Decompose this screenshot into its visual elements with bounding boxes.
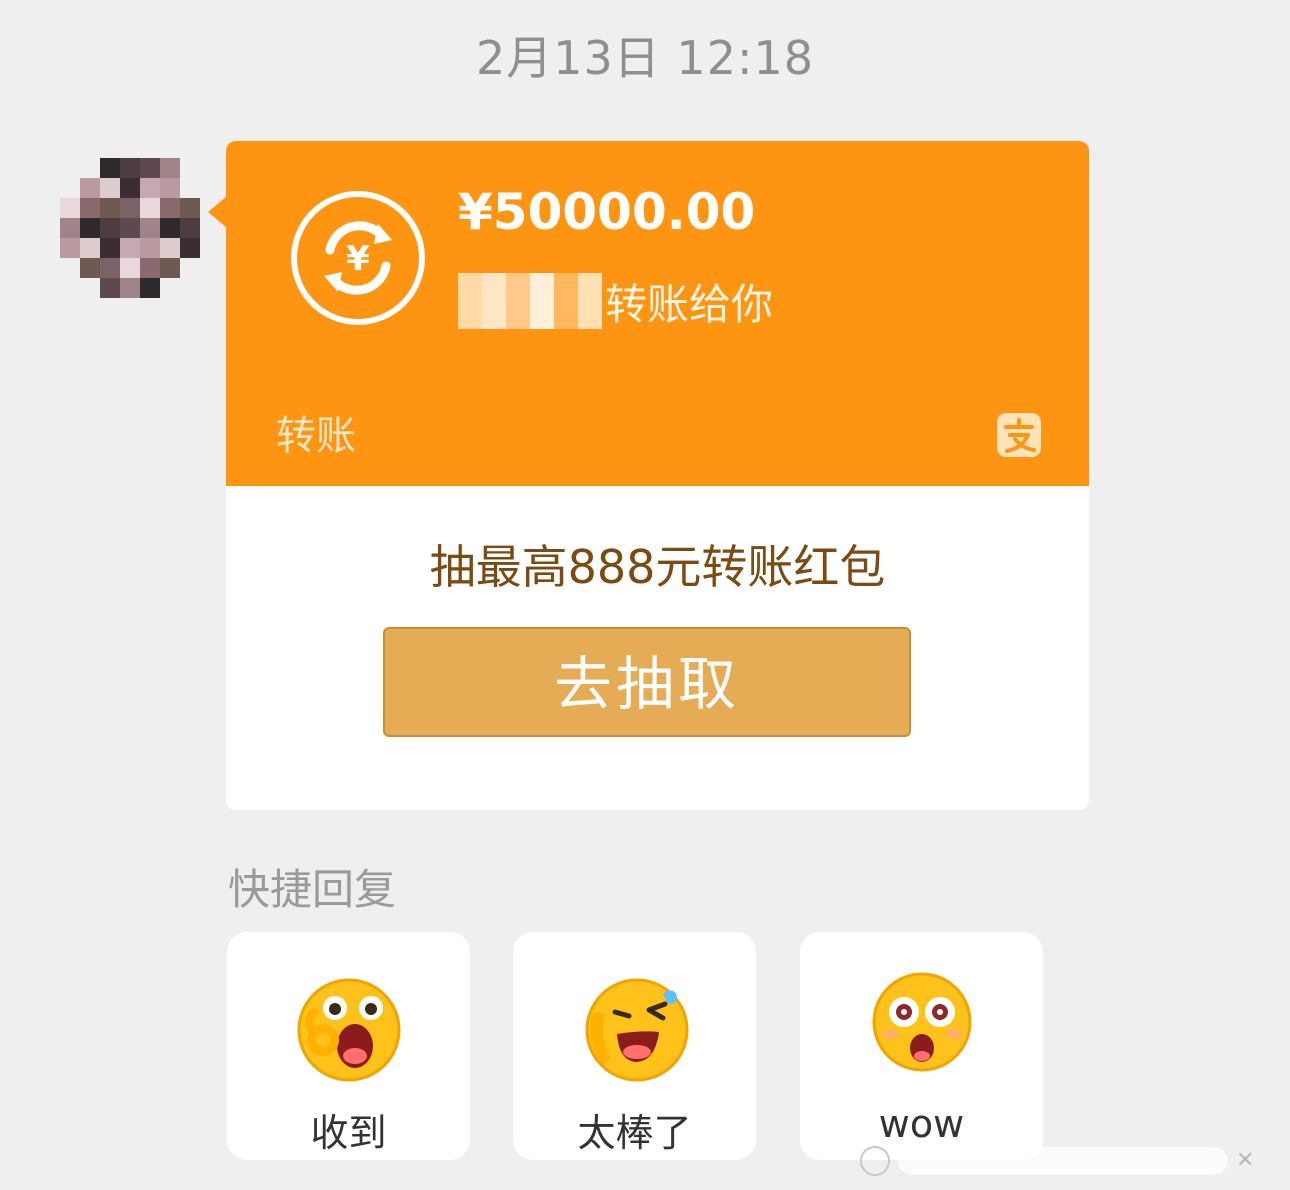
avatar-pixel [100,258,120,278]
svg-text:¥: ¥ [346,239,370,279]
avatar-pixel [80,198,100,218]
avatar-pixel [120,218,140,238]
transfer-amount: ¥50000.00 [458,183,756,241]
avatar-pixel [120,178,140,198]
avatar-pixel [80,218,100,238]
avatar-pixel [120,158,140,178]
avatar-pixel [100,158,120,178]
sender-mosaic-pixel [554,301,578,329]
quick-reply-title: 快捷回复 [228,865,397,914]
quick-reply-wow[interactable]: wow [800,932,1043,1160]
sender-mosaic-pixel [578,273,602,301]
yuan-transfer-icon: ¥ [291,191,425,325]
ok-hand-emoji-icon [297,978,401,1082]
avatar-pixel [160,278,180,298]
transfer-card-header[interactable]: ¥ ¥50000.00 转账给你 转账 [226,141,1089,486]
avatar-pixel [180,158,200,178]
quick-reply-great[interactable]: 太棒了 [513,932,756,1160]
sender-mosaic-pixel [482,273,506,301]
watermark-glyph-icon: ✕ [1236,1148,1255,1173]
sender-mosaic-pixel [482,301,506,329]
avatar[interactable] [60,158,200,298]
avatar-pixel [60,158,80,178]
transfer-card[interactable]: ¥ ¥50000.00 转账给你 转账 抽最高888元转账红包 去抽取 [226,141,1089,810]
sender-mosaic-pixel [458,301,482,329]
avatar-pixel [100,178,120,198]
avatar-pixel [180,218,200,238]
avatar-pixel [140,198,160,218]
avatar-pixel [140,158,160,178]
transfer-label: 转账 [276,413,356,459]
promo-text: 抽最高888元转账红包 [429,540,886,594]
avatar-pixel [120,278,140,298]
sender-mosaic-pixel [458,273,482,301]
avatar-pixel [140,218,160,238]
avatar-pixel [60,278,80,298]
avatar-pixel [180,198,200,218]
avatar-pixel [60,258,80,278]
avatar-pixel [180,178,200,198]
sender-mosaic-pixel [506,273,530,301]
avatar-pixel [160,178,180,198]
avatar-pixel [180,278,200,298]
avatar-pixel [80,158,100,178]
avatar-pixel [160,198,180,218]
bubble-tail [208,196,227,228]
avatar-pixel [160,218,180,238]
watermark-bar [898,1147,1228,1175]
alipay-icon [997,413,1041,457]
avatar-pixel [160,238,180,258]
avatar-pixel [80,238,100,258]
avatar-pixel [80,178,100,198]
sender-name-mosaic [458,273,603,329]
avatar-pixel [140,178,160,198]
avatar-pixel [180,238,200,258]
avatar-pixel [140,278,160,298]
laughing-emoji-icon [585,978,689,1082]
avatar-pixel [60,178,80,198]
sender-mosaic-pixel [530,273,554,301]
watermark: ✕ [860,1146,1262,1176]
avatar-pixel [160,258,180,278]
sender-mosaic-pixel [554,273,578,301]
watermark-logo-icon [860,1146,890,1176]
sender-mosaic-pixel [506,301,530,329]
wow-face-emoji-icon [872,972,972,1072]
avatar-pixel [140,238,160,258]
avatar-pixel [160,158,180,178]
draw-button[interactable]: 去抽取 [383,627,911,737]
quick-reply-label: wow [878,1102,965,1146]
quick-reply-label: 太棒了 [577,1111,692,1155]
quick-reply-label: 收到 [310,1111,387,1155]
avatar-pixel [80,278,100,298]
avatar-pixel [80,258,100,278]
sender-mosaic-pixel [578,301,602,329]
avatar-pixel [100,218,120,238]
transfer-sender-line: 转账给你 [458,271,773,331]
avatar-pixel [100,278,120,298]
sender-mosaic-pixel [530,301,554,329]
avatar-pixel [120,258,140,278]
quick-reply-received[interactable]: 收到 [227,932,470,1160]
avatar-pixel [140,258,160,278]
avatar-pixel [120,238,140,258]
avatar-pixel [60,238,80,258]
avatar-pixel [60,218,80,238]
timestamp: 2月13日 12:18 [476,31,814,85]
transfer-message: 转账给你 [605,279,774,329]
avatar-pixel [60,198,80,218]
avatar-pixel [100,238,120,258]
avatar-pixel [180,258,200,278]
avatar-pixel [120,198,140,218]
avatar-pixel [100,198,120,218]
